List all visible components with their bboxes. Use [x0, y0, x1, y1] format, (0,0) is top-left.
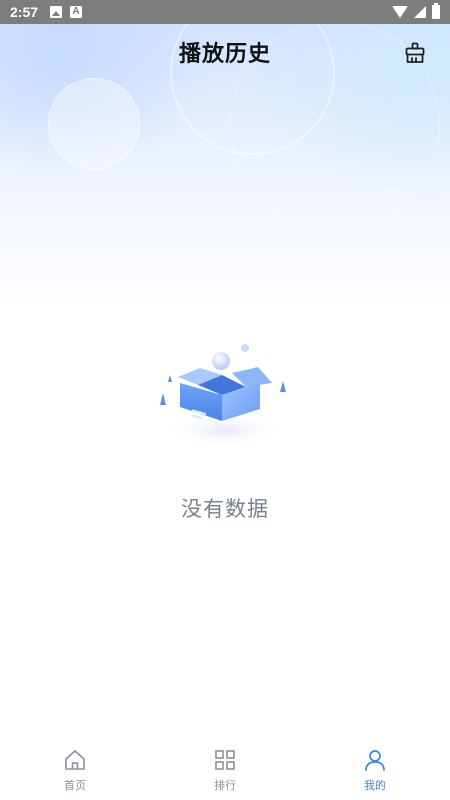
status-bar: 2:57 A	[0, 0, 450, 24]
decorative-circle	[48, 78, 140, 170]
a-icon: A	[70, 6, 83, 18]
clear-history-button[interactable]	[402, 40, 428, 66]
image-icon	[50, 6, 63, 18]
battery-icon	[432, 3, 440, 19]
user-icon	[362, 747, 388, 773]
wifi-icon	[392, 6, 408, 18]
page-header: 播放历史	[0, 24, 450, 80]
bottom-nav: 首页 排行 我的	[0, 740, 450, 800]
signal-icon	[414, 6, 426, 18]
nav-label-home: 首页	[64, 779, 86, 792]
broom-clear-icon	[405, 42, 425, 63]
nav-label-mine: 我的	[364, 779, 386, 792]
nav-item-mine[interactable]: 我的	[335, 747, 415, 793]
grid-icon	[212, 747, 238, 773]
nav-item-home[interactable]: 首页	[35, 747, 115, 793]
empty-box-icon	[160, 344, 287, 448]
empty-message: 没有数据	[181, 497, 269, 521]
page-title: 播放历史	[178, 42, 271, 67]
status-time: 2:57	[10, 4, 39, 20]
home-icon	[62, 747, 88, 773]
nav-label-ranking: 排行	[214, 779, 236, 792]
nav-item-ranking[interactable]: 排行	[185, 747, 265, 793]
empty-state: 没有数据	[0, 335, 450, 523]
